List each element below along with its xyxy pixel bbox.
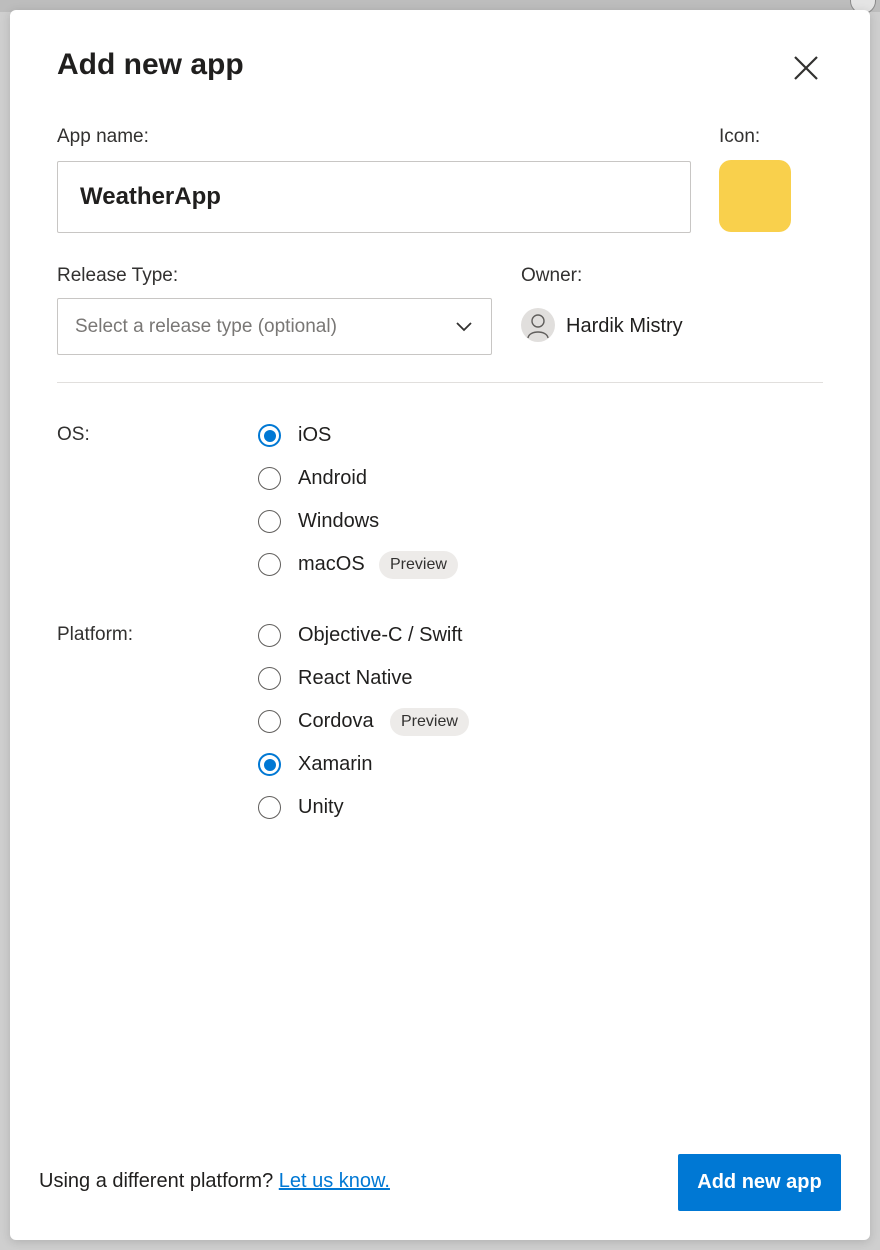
- os-option-label: iOS: [298, 424, 332, 446]
- os-option-label: Android: [298, 467, 367, 489]
- release-type-label: Release Type:: [57, 265, 179, 286]
- os-option-ios[interactable]: iOS: [258, 422, 578, 452]
- owner-avatar: [521, 308, 555, 342]
- release-type-dropdown[interactable]: Select a release type (optional): [57, 298, 492, 355]
- os-option-windows[interactable]: Windows: [258, 508, 578, 538]
- app-icon-picker[interactable]: [719, 160, 791, 232]
- os-option-label: macOS: [298, 553, 365, 575]
- preview-badge: Preview: [379, 551, 458, 579]
- platform-radio-cordova[interactable]: [258, 710, 281, 733]
- platform-radio-objc-swift[interactable]: [258, 624, 281, 647]
- platform-label: Platform:: [57, 624, 134, 645]
- os-radio-android[interactable]: [258, 467, 281, 490]
- platform-option-label: React Native: [298, 667, 413, 689]
- release-type-placeholder: Select a release type (optional): [75, 316, 337, 337]
- platform-radio-unity[interactable]: [258, 796, 281, 819]
- platform-radio-react-native[interactable]: [258, 667, 281, 690]
- platform-option-react-native[interactable]: React Native: [258, 665, 578, 695]
- os-option-macos[interactable]: macOS Preview: [258, 551, 578, 581]
- close-icon: [794, 56, 818, 80]
- section-divider: [57, 382, 823, 383]
- owner-name: Hardik Mistry: [566, 315, 683, 337]
- platform-option-label: Unity: [298, 796, 344, 818]
- platform-option-unity[interactable]: Unity: [258, 794, 578, 824]
- platform-option-label: Xamarin: [298, 753, 373, 775]
- footer-message: Using a different platform? Let us know.: [39, 1170, 390, 1193]
- person-icon: [527, 314, 549, 339]
- app-name-input[interactable]: [57, 161, 691, 233]
- app-name-label: App name:: [57, 126, 149, 147]
- os-radio-ios[interactable]: [258, 424, 281, 447]
- platform-option-label: Cordova: [298, 710, 374, 732]
- os-label: OS:: [57, 424, 90, 445]
- platform-option-cordova[interactable]: Cordova Preview: [258, 708, 578, 738]
- platform-option-label: Objective-C / Swift: [298, 624, 463, 646]
- platform-option-xamarin[interactable]: Xamarin: [258, 751, 578, 781]
- footer-prompt: Using a different platform?: [39, 1170, 274, 1192]
- icon-label: Icon:: [719, 126, 761, 147]
- chevron-down-icon: [456, 322, 472, 332]
- preview-badge: Preview: [390, 708, 469, 736]
- add-app-dialog: Add new app App name: Icon: Release Type…: [10, 10, 870, 1240]
- platform-radio-xamarin[interactable]: [258, 753, 281, 776]
- os-radio-windows[interactable]: [258, 510, 281, 533]
- add-new-app-button[interactable]: Add new app: [678, 1154, 841, 1211]
- os-option-android[interactable]: Android: [258, 465, 578, 495]
- dialog-title: Add new app: [57, 48, 244, 81]
- let-us-know-link[interactable]: Let us know.: [279, 1170, 390, 1192]
- platform-option-objc-swift[interactable]: Objective-C / Swift: [258, 622, 578, 652]
- os-radio-macos[interactable]: [258, 553, 281, 576]
- close-button[interactable]: [790, 52, 822, 84]
- os-option-label: Windows: [298, 510, 380, 532]
- owner-label: Owner:: [521, 265, 583, 286]
